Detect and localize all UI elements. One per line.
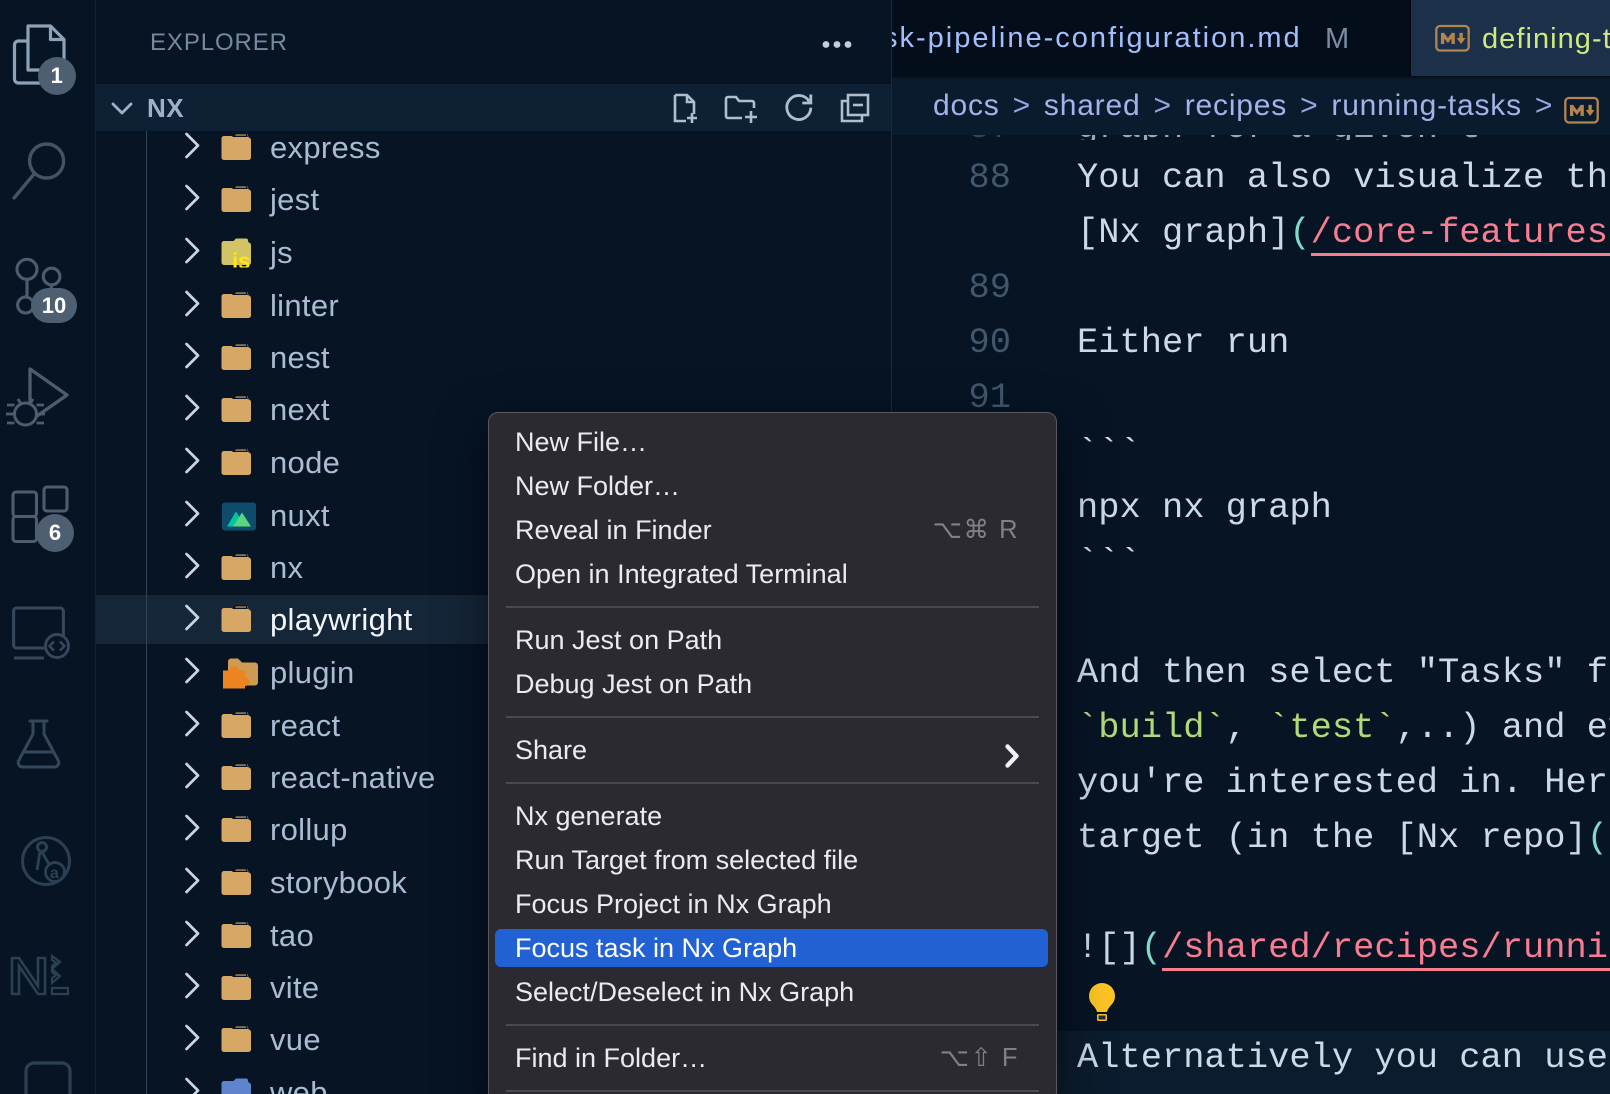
svg-text:js: js [231,248,250,267]
svg-text:a: a [50,865,59,882]
